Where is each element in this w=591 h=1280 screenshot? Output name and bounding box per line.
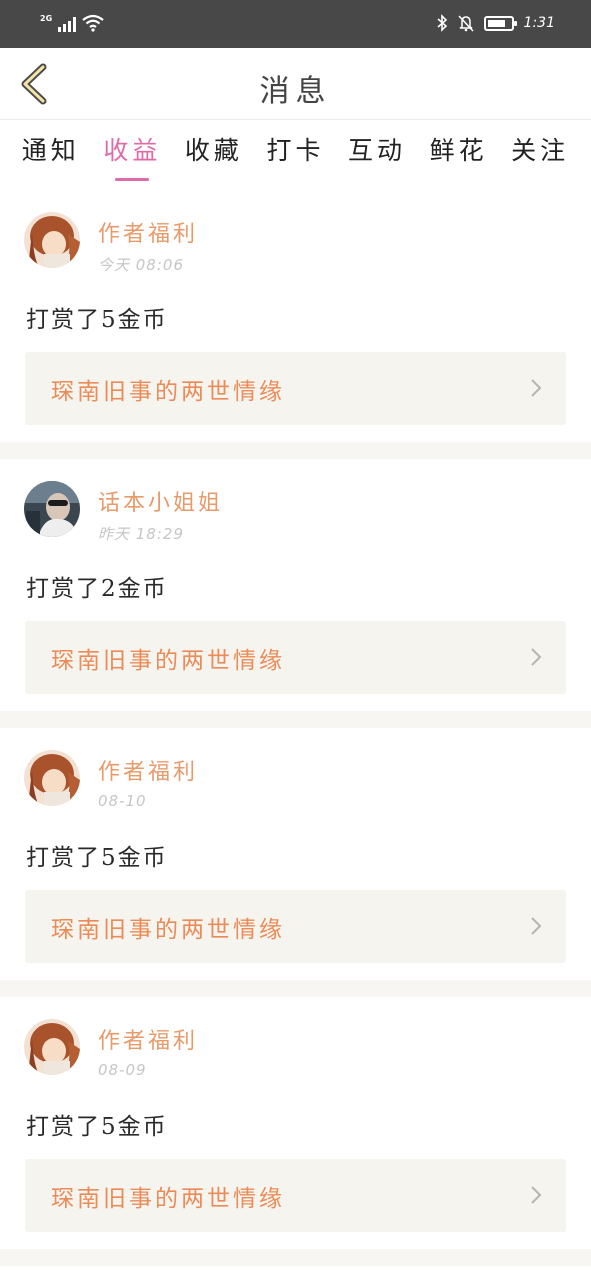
- book-link[interactable]: 琛南旧事的两世情缘: [25, 890, 566, 963]
- anime-girl-avatar-icon: [24, 212, 80, 268]
- network-type: 2G: [40, 14, 53, 23]
- message-time: 昨天 18:29: [98, 525, 184, 543]
- message-time: 08-09: [98, 1061, 147, 1079]
- page-title: 消息: [259, 74, 332, 109]
- chevron-right-icon: [531, 648, 542, 666]
- book-link[interactable]: 琛南旧事的两世情缘: [25, 1159, 566, 1232]
- sender-name: 作者福利: [98, 1029, 199, 1054]
- battery-icon: [483, 15, 517, 31]
- tab-checkin[interactable]: 打卡: [260, 121, 330, 187]
- header: 消息: [0, 48, 591, 120]
- bell-muted-icon: [457, 15, 474, 32]
- sender-name: 作者福利: [98, 760, 199, 785]
- book-title: 琛南旧事的两世情缘: [51, 379, 285, 405]
- avatar[interactable]: [24, 750, 80, 806]
- message-list: 作者福利 今天 08:06 打赏了5金币 琛南旧事的两世情缘 话本小姐姐 昨天 …: [0, 190, 591, 1266]
- tab-bar: 通知 收益 收藏 打卡 互动 鲜花 关注: [0, 121, 591, 187]
- avatar[interactable]: [24, 1019, 80, 1075]
- sender-name: 作者福利: [98, 222, 199, 247]
- book-link[interactable]: 琛南旧事的两世情缘: [25, 621, 566, 694]
- message-text: 打赏了5金币: [26, 845, 168, 871]
- message-text: 打赏了5金币: [26, 1114, 168, 1140]
- sender-name: 话本小姐姐: [98, 491, 224, 516]
- book-title: 琛南旧事的两世情缘: [51, 648, 285, 674]
- wifi-icon: [82, 14, 104, 32]
- status-left: 2G: [40, 14, 104, 32]
- chevron-right-icon: [531, 379, 542, 397]
- tab-favorites[interactable]: 收藏: [179, 121, 249, 187]
- signal-icon: [58, 16, 77, 32]
- status-right: 1:31: [436, 14, 555, 32]
- tab-flowers[interactable]: 鲜花: [424, 121, 494, 187]
- tab-interaction[interactable]: 互动: [342, 121, 412, 187]
- active-tab-indicator: [115, 178, 150, 181]
- chevron-right-icon: [531, 917, 542, 935]
- tab-follows[interactable]: 关注: [505, 121, 575, 187]
- book-title: 琛南旧事的两世情缘: [51, 917, 285, 943]
- message-time: 今天 08:06: [98, 256, 184, 274]
- tab-notifications[interactable]: 通知: [16, 121, 86, 187]
- chevron-right-icon: [531, 1186, 542, 1204]
- anime-girl-avatar-icon: [24, 750, 80, 806]
- status-bar: 2G 1:31: [0, 0, 591, 48]
- message-card: 作者福利 08-10 打赏了5金币 琛南旧事的两世情缘: [0, 728, 591, 997]
- anime-girl-avatar-icon: [24, 1019, 80, 1075]
- book-link[interactable]: 琛南旧事的两世情缘: [25, 352, 566, 425]
- book-title: 琛南旧事的两世情缘: [51, 1186, 285, 1212]
- status-time: 1:31: [523, 15, 555, 31]
- bluetooth-icon: [437, 14, 447, 32]
- message-card: 话本小姐姐 昨天 18:29 打赏了2金币 琛南旧事的两世情缘: [0, 459, 591, 728]
- message-text: 打赏了2金币: [26, 576, 168, 602]
- message-text: 打赏了5金币: [26, 307, 168, 333]
- message-card: 作者福利 08-09 打赏了5金币 琛南旧事的两世情缘: [0, 997, 591, 1266]
- message-time: 08-10: [98, 792, 147, 810]
- avatar[interactable]: [24, 481, 80, 537]
- message-card: 作者福利 今天 08:06 打赏了5金币 琛南旧事的两世情缘: [0, 190, 591, 459]
- avatar[interactable]: [24, 212, 80, 268]
- person-photo-avatar-icon: [24, 481, 80, 537]
- tab-earnings[interactable]: 收益: [97, 121, 167, 187]
